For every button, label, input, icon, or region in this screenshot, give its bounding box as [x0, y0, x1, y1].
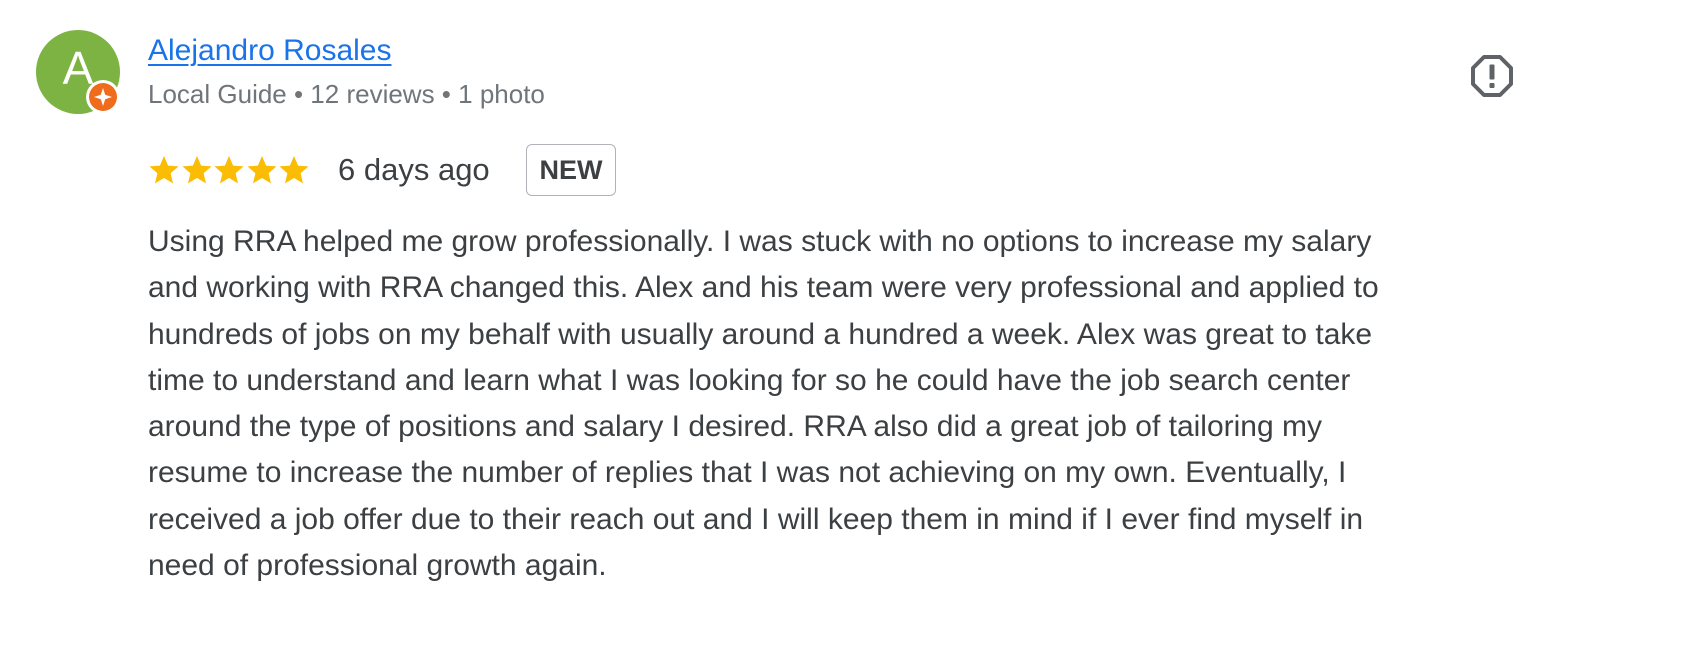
review-text-line: resume to increase the number of replies… [148, 456, 1347, 490]
local-guide-badge-icon [86, 80, 120, 114]
new-badge: NEW [526, 144, 616, 196]
star-icon [149, 156, 179, 184]
review-text-line: time to understand and learn what I was … [148, 363, 1351, 397]
star-icon [279, 156, 309, 184]
review-text-line: Using RRA helped me grow professionally.… [148, 225, 1372, 258]
star-icon [182, 156, 211, 184]
report-review-button[interactable] [1468, 52, 1516, 100]
review-text-line: hundreds of jobs on my behalf with usual… [148, 317, 1373, 351]
report-octagon-icon [1471, 55, 1513, 97]
review-text-line: and working with RRA changed this. Alex … [148, 271, 1379, 305]
review-text-line: around the type of positions and salary … [148, 410, 1322, 444]
review-date: 6 days ago [338, 152, 490, 187]
review-text-line: received a job offer due to their reach … [148, 502, 1364, 536]
review-text: Using RRA helped me grow professionally.… [148, 219, 1533, 589]
review-text-line: need of professional growth again. [148, 549, 607, 583]
star-icon [247, 156, 276, 184]
author-meta: Local Guide • 12 reviews • 1 photo [148, 79, 545, 109]
star-rating [148, 154, 310, 186]
star-icon [214, 156, 244, 184]
author-name-link[interactable]: Alejandro Rosales [148, 34, 391, 68]
review-card: A Alejandro Rosales Local Guide • 12 rev… [0, 0, 1690, 660]
